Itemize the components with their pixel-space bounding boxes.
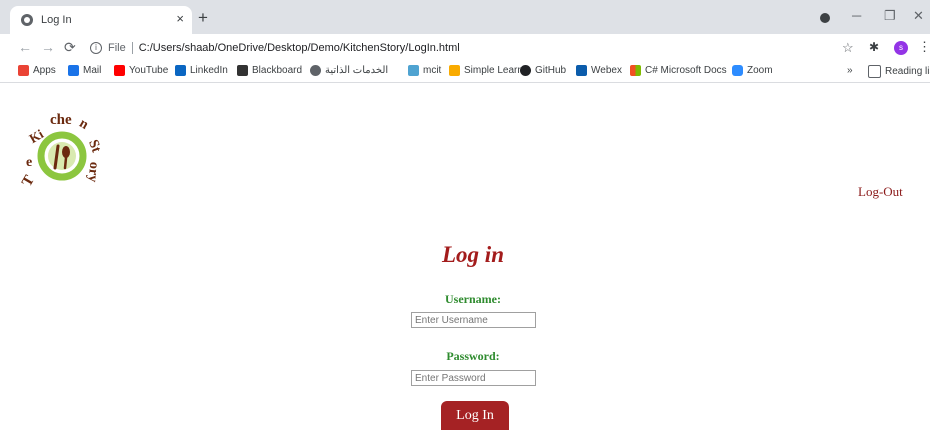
back-icon[interactable]: ← bbox=[18, 39, 32, 55]
tab-close-icon[interactable]: × bbox=[176, 11, 184, 26]
bookmarks-overflow-button[interactable]: » bbox=[847, 65, 853, 76]
more-menu-icon[interactable]: ⋮ bbox=[918, 39, 930, 55]
address-bar[interactable]: i File C:/Users/shaab/OneDrive/Desktop/D… bbox=[90, 37, 830, 59]
globe-icon bbox=[310, 65, 321, 76]
microsoft-icon bbox=[630, 65, 641, 76]
bookmarks-bar: Apps Mail YouTube LinkedIn Blackboard ال… bbox=[0, 62, 930, 83]
omnibox-divider bbox=[131, 42, 133, 54]
close-window-icon[interactable]: ✕ bbox=[913, 8, 924, 24]
login-button[interactable]: Log In bbox=[441, 401, 509, 430]
reading-list-icon bbox=[868, 65, 881, 78]
scheme-label: File bbox=[108, 42, 126, 54]
bookmark-youtube[interactable]: YouTube bbox=[114, 65, 168, 76]
svg-text:che: che bbox=[50, 112, 72, 128]
bookmark-mcit[interactable]: mcit bbox=[408, 65, 441, 76]
youtube-icon bbox=[114, 65, 125, 76]
bookmark-webex[interactable]: Webex bbox=[576, 65, 622, 76]
blackboard-icon bbox=[237, 65, 248, 76]
bookmark-simple-learn[interactable]: Simple Learn bbox=[449, 65, 523, 76]
svg-text:St: St bbox=[85, 138, 103, 155]
tab-title: Log In bbox=[41, 14, 72, 26]
url-text[interactable]: C:/Users/shaab/OneDrive/Desktop/Demo/Kit… bbox=[139, 42, 460, 54]
svg-text:T: T bbox=[19, 173, 38, 190]
bookmark-zoom[interactable]: Zoom bbox=[732, 65, 773, 76]
kitchen-story-logo: T e Ki che n St ory bbox=[14, 108, 110, 192]
page-title: Log in bbox=[442, 242, 504, 267]
minimize-icon[interactable]: ─ bbox=[852, 8, 861, 23]
bookmark-blackboard[interactable]: Blackboard bbox=[237, 65, 302, 76]
username-label: Username: bbox=[445, 292, 501, 306]
svg-text:e: e bbox=[26, 155, 32, 170]
globe-icon bbox=[21, 14, 33, 26]
linkedin-icon bbox=[175, 65, 186, 76]
new-tab-button[interactable]: + bbox=[198, 8, 208, 28]
svg-text:n: n bbox=[77, 116, 91, 133]
bookmark-github[interactable]: GitHub bbox=[520, 65, 566, 76]
logout-link[interactable]: Log-Out bbox=[858, 184, 903, 200]
bookmark-self-services[interactable]: الخدمات الذاتية bbox=[310, 65, 388, 76]
bookmark-linkedin[interactable]: LinkedIn bbox=[175, 65, 228, 76]
mcit-icon bbox=[408, 65, 419, 76]
mail-icon bbox=[68, 65, 79, 76]
simplelearn-icon bbox=[449, 65, 460, 76]
restore-icon[interactable]: ❐ bbox=[884, 8, 896, 24]
svg-text:ory: ory bbox=[85, 161, 102, 182]
github-icon bbox=[520, 65, 531, 76]
forward-icon[interactable]: → bbox=[41, 39, 55, 55]
browser-tab[interactable]: Log In × bbox=[10, 6, 192, 34]
apps-grid-icon bbox=[18, 65, 29, 76]
bookmark-csharp-docs[interactable]: C# Microsoft Docs bbox=[630, 65, 727, 76]
bookmark-apps[interactable]: Apps bbox=[18, 65, 56, 76]
bookmark-star-icon[interactable]: ☆ bbox=[842, 40, 854, 56]
username-input[interactable] bbox=[411, 312, 536, 328]
extensions-icon[interactable]: ✱ bbox=[869, 40, 879, 54]
incognito-indicator-icon bbox=[820, 13, 830, 23]
password-input[interactable] bbox=[411, 370, 536, 386]
zoom-icon bbox=[732, 65, 743, 76]
tab-strip: Log In × + ─ ❐ ✕ bbox=[0, 0, 930, 34]
profile-avatar[interactable]: s bbox=[894, 41, 908, 55]
password-label: Password: bbox=[446, 349, 500, 363]
browser-toolbar: ← → ⟳ i File C:/Users/shaab/OneDrive/Des… bbox=[0, 34, 930, 62]
bookmark-mail[interactable]: Mail bbox=[68, 65, 101, 76]
info-icon[interactable]: i bbox=[90, 42, 102, 54]
reading-list-button[interactable]: Reading list bbox=[868, 65, 930, 78]
reload-icon[interactable]: ⟳ bbox=[64, 39, 76, 56]
webex-icon bbox=[576, 65, 587, 76]
